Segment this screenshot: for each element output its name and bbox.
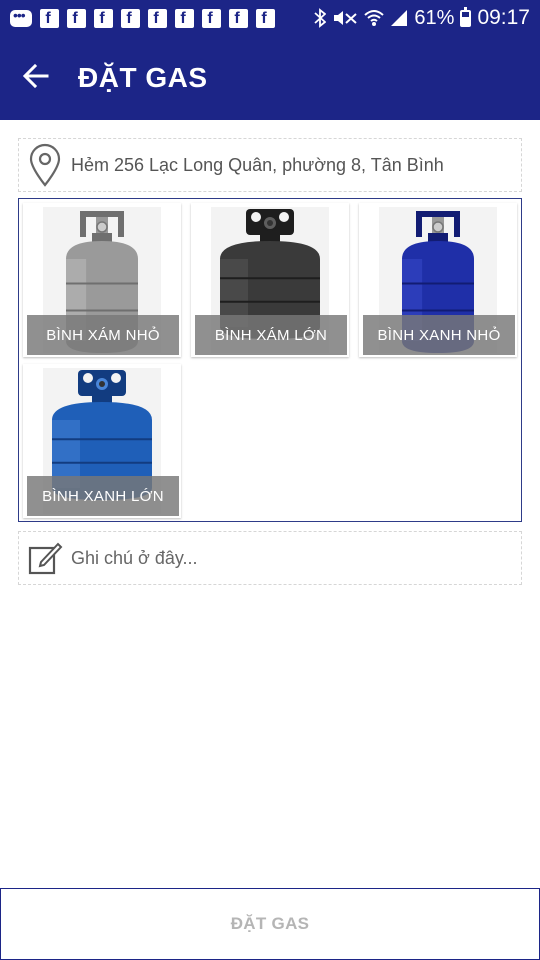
product-label: BÌNH XANH LỚN (27, 476, 179, 516)
mute-icon (332, 8, 358, 28)
bluetooth-icon (314, 8, 327, 28)
product-card-gray-small[interactable]: BÌNH XÁM NHỎ (23, 203, 181, 357)
product-label: BÌNH XANH NHỎ (363, 315, 515, 355)
order-button[interactable]: ĐẶT GAS (0, 888, 540, 960)
facebook-icon: f (229, 8, 248, 28)
product-card-blue-large[interactable]: BÌNH XANH LỚN (23, 364, 181, 518)
battery-icon (460, 6, 472, 27)
battery-percent: 61% (414, 6, 455, 29)
location-pin-icon (19, 143, 71, 187)
product-grid: BÌNH XÁM NHỎ BÌNH XÁM LỚN BÌNH XANH NHỎ (18, 198, 522, 522)
facebook-icon: f (175, 8, 194, 28)
clock: 09:17 (477, 6, 530, 29)
page-title: ĐẶT GAS (78, 62, 208, 93)
product-card-blue-small[interactable]: BÌNH XANH NHỎ (359, 203, 517, 357)
signal-icon (390, 9, 408, 27)
product-label: BÌNH XÁM LỚN (195, 315, 347, 355)
wifi-icon (364, 8, 385, 28)
system-status: 61% 09:17 (314, 6, 530, 30)
facebook-icon: f (67, 8, 86, 28)
facebook-icon: f (148, 8, 167, 28)
address-text: Hẻm 256 Lạc Long Quân, phường 8, Tân Bìn… (71, 154, 444, 175)
address-field[interactable]: Hẻm 256 Lạc Long Quân, phường 8, Tân Bìn… (18, 138, 522, 192)
product-card-gray-large[interactable]: BÌNH XÁM LỚN (191, 203, 349, 357)
arrow-back-icon (22, 63, 49, 93)
product-label: BÌNH XÁM NHỎ (27, 315, 179, 355)
note-input[interactable] (71, 547, 511, 569)
back-button[interactable] (0, 36, 72, 120)
status-bar: f f f f f f f f f 61% 09:17 (0, 0, 540, 36)
app-bar: ĐẶT GAS (0, 36, 540, 120)
facebook-icon: f (40, 8, 59, 28)
facebook-icon: f (121, 8, 140, 28)
note-field[interactable] (18, 531, 522, 585)
facebook-icon: f (202, 8, 221, 28)
facebook-icon: f (94, 8, 113, 28)
edit-note-icon (19, 540, 71, 576)
notification-icons: f f f f f f f f f (10, 7, 275, 28)
facebook-icon: f (256, 8, 275, 28)
message-icon (10, 7, 32, 27)
